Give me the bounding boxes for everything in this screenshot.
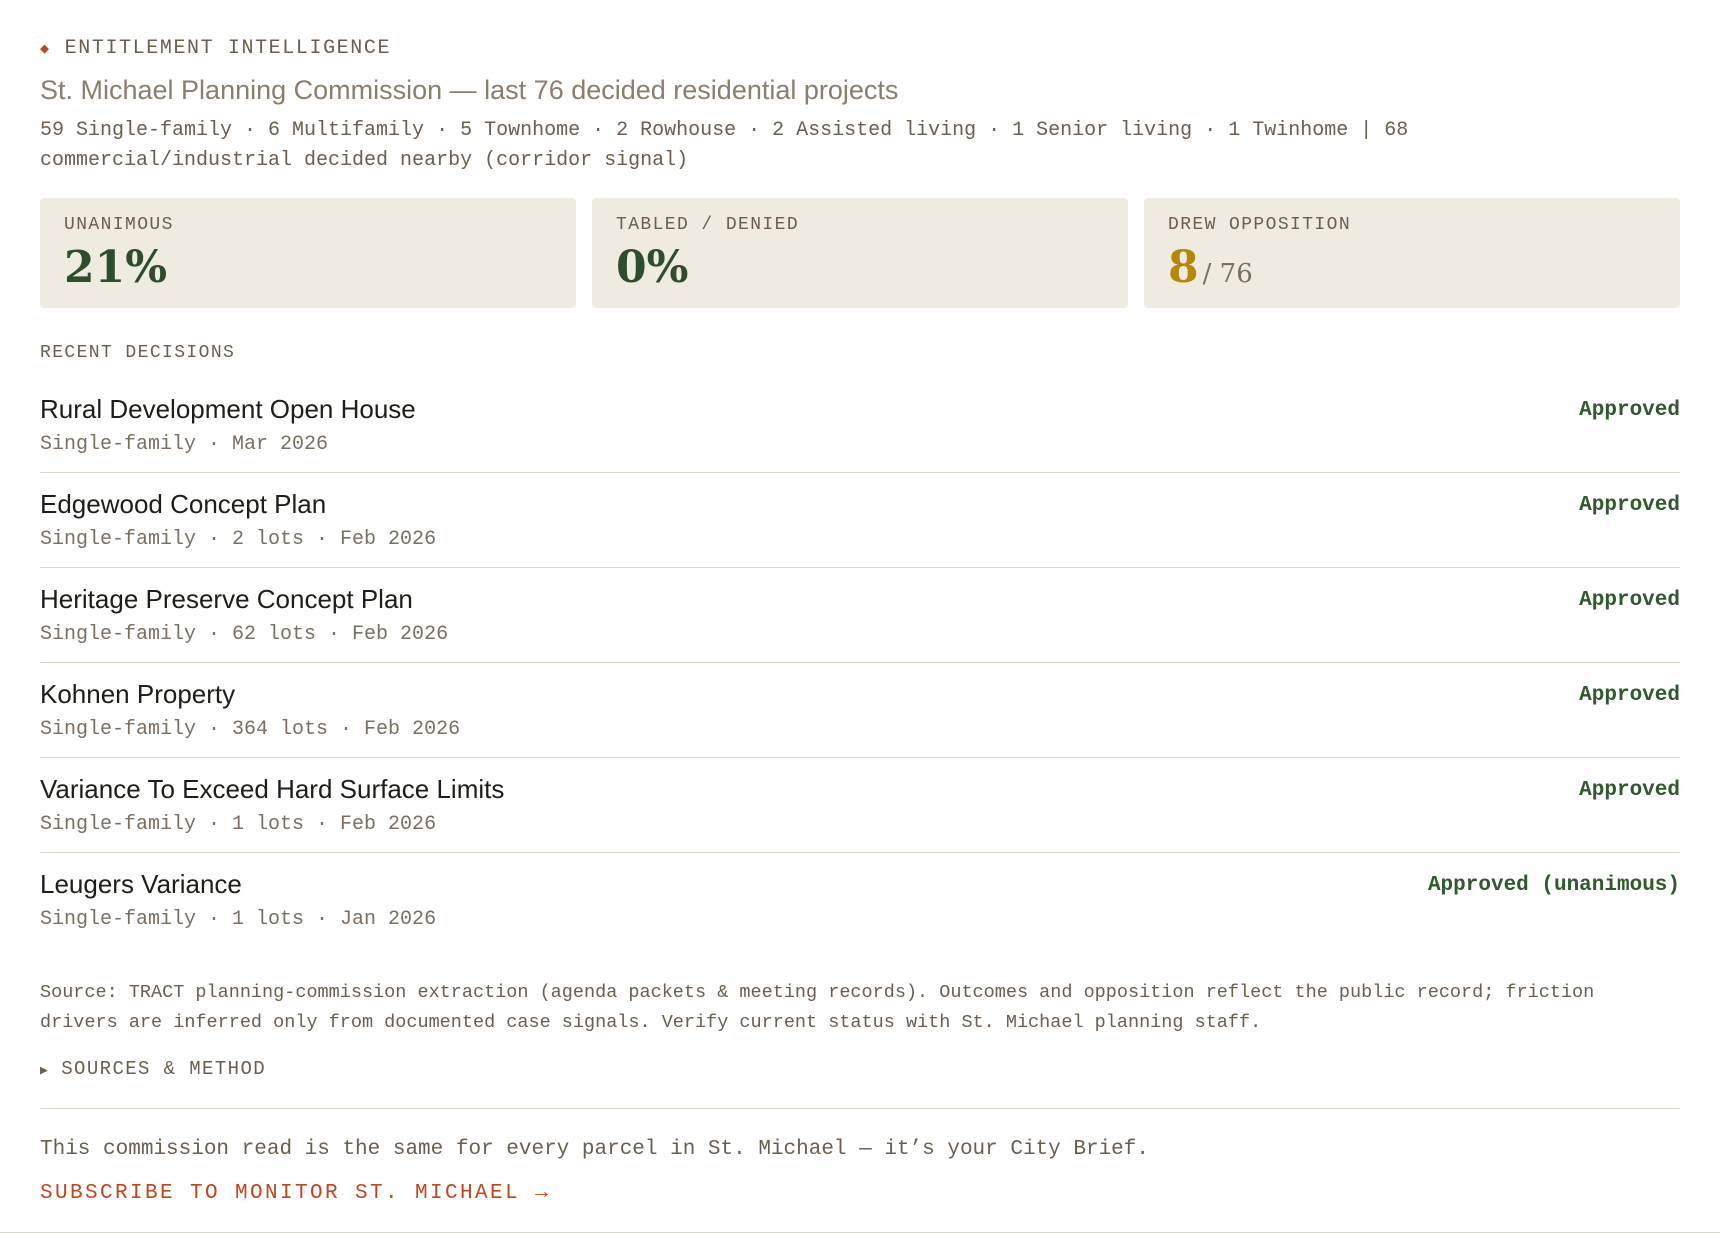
decision-meta: Single-family · 1 lots · Feb 2026 (40, 813, 437, 836)
divider (40, 1108, 1680, 1109)
subscribe-link[interactable]: SUBSCRIBE TO MONITOR ST. MICHAEL → (40, 1179, 550, 1209)
city-brief-text: This commission read is the same for eve… (40, 1138, 1149, 1161)
decision-row: Heritage Preserve Concept Plan Single-fa… (40, 568, 1680, 663)
decision-title: Leugers Variance (40, 869, 242, 899)
decision-meta: Single-family · Mar 2026 (40, 433, 329, 456)
decision-title: Kohnen Property (40, 679, 236, 709)
decision-title: Edgewood Concept Plan (40, 489, 327, 519)
decision-outcome: Approved (1579, 589, 1680, 612)
decision-title: Heritage Preserve Concept Plan (40, 584, 413, 614)
stat-card-tabled-denied: TABLED / DENIED 0% (592, 198, 1128, 308)
stat-value-tabled-denied: 0% (616, 242, 689, 293)
decision-title: Variance To Exceed Hard Surface Limits (40, 774, 505, 804)
decision-outcome: Approved (unanimous) (1427, 874, 1680, 897)
stat-card-opposition: DREW OPPOSITION 8/ 76 (1144, 198, 1680, 308)
stat-value-opposition: 8/ 76 (1168, 242, 1656, 300)
panel-subtitle: St. Michael Planning Commission — last 7… (40, 75, 899, 105)
bottom-rule (0, 1232, 1720, 1233)
entitlement-panel: ◆ ENTITLEMENT INTELLIGENCE St. Michael P… (40, 0, 1680, 1209)
decision-row: Kohnen Property Single-family · 364 lots… (40, 663, 1680, 758)
decision-outcome: Approved (1579, 494, 1680, 517)
sources-method-toggle[interactable]: ▶ SOURCES & METHOD (40, 1056, 1680, 1084)
diamond-icon: ◆ (40, 40, 51, 58)
stat-cards: UNANIMOUS 21% TABLED / DENIED 0% DREW OP… (40, 198, 1680, 308)
sources-method-label: SOURCES & METHOD (61, 1058, 267, 1080)
recent-decisions-list: Rural Development Open House Single-fami… (40, 378, 1680, 948)
decision-meta: Single-family · 1 lots · Jan 2026 (40, 908, 437, 931)
opposition-denominator: / 76 (1202, 259, 1253, 289)
source-note: Source: TRACT planning-commission extrac… (40, 982, 1595, 1033)
decision-title: Rural Development Open House (40, 394, 416, 424)
eyebrow-label: ENTITLEMENT INTELLIGENCE (64, 36, 392, 60)
decision-outcome: Approved (1579, 399, 1680, 422)
opposition-count: 8 (1168, 242, 1199, 293)
decision-meta: Single-family · 2 lots · Feb 2026 (40, 528, 437, 551)
triangle-right-icon: ▶ (40, 1063, 50, 1078)
stat-card-unanimous: UNANIMOUS 21% (40, 198, 576, 308)
eyebrow: ◆ ENTITLEMENT INTELLIGENCE (40, 36, 1680, 60)
decision-row: Rural Development Open House Single-fami… (40, 378, 1680, 473)
decision-row: Leugers Variance Single-family · 1 lots … (40, 853, 1680, 948)
decision-meta: Single-family · 364 lots · Feb 2026 (40, 718, 461, 741)
decision-row: Variance To Exceed Hard Surface Limits S… (40, 758, 1680, 853)
decision-outcome: Approved (1579, 684, 1680, 707)
stat-value-unanimous: 21% (64, 242, 168, 293)
recent-decisions-label: RECENT DECISIONS (40, 343, 236, 363)
decision-outcome: Approved (1579, 779, 1680, 802)
stat-label-tabled-denied: TABLED / DENIED (616, 215, 800, 235)
decision-row: Edgewood Concept Plan Single-family · 2 … (40, 473, 1680, 568)
decision-meta: Single-family · 62 lots · Feb 2026 (40, 623, 449, 646)
stat-label-unanimous: UNANIMOUS (64, 215, 174, 235)
stat-label-opposition: DREW OPPOSITION (1168, 215, 1352, 235)
project-mix: 59 Single-family · 6 Multifamily · 5 Tow… (40, 119, 1409, 172)
